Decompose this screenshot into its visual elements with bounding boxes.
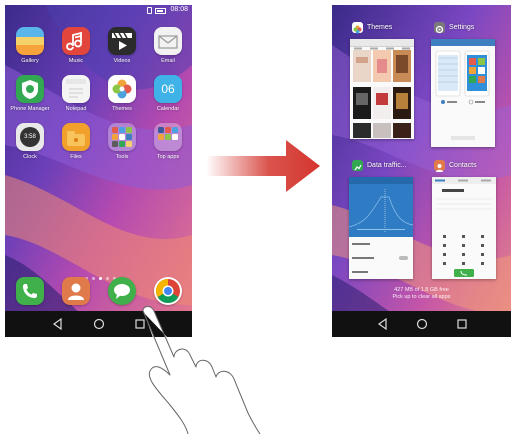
card-title-contacts: Contacts: [449, 162, 477, 169]
home-icon: [93, 318, 105, 330]
contacts-icon: [434, 160, 445, 172]
back-icon: [377, 317, 387, 331]
dock-chrome[interactable]: [145, 277, 191, 305]
recent-app-card-themes[interactable]: [350, 39, 414, 139]
email-icon: [154, 27, 182, 55]
settings-title-bar: [431, 39, 495, 46]
app-files[interactable]: Files: [53, 123, 99, 160]
card-title-themes: Themes: [367, 24, 393, 31]
app-notepad[interactable]: Notepad: [53, 75, 99, 112]
folder-tools[interactable]: Tools: [99, 123, 145, 160]
home-icon: [416, 318, 428, 330]
calendar-icon: 06: [154, 75, 182, 103]
gallery-icon: [16, 27, 44, 55]
themes-preview-grid: [353, 50, 411, 138]
app-calendar[interactable]: 06 Calendar: [145, 75, 191, 112]
status-time: 08:08: [170, 6, 188, 13]
themes-icon: [352, 22, 363, 34]
phone-home-screen: 08:08 Gallery Music Videos Email Phone M…: [5, 5, 192, 337]
dock-messages[interactable]: [99, 277, 145, 305]
data-traffic-preview: [349, 177, 413, 273]
phone-manager-icon: [16, 75, 44, 103]
clock-time: 3:58: [20, 127, 40, 147]
data-traffic-icon: [352, 160, 363, 171]
top-apps-folder-icon: [154, 123, 182, 151]
app-videos[interactable]: Videos: [99, 27, 145, 64]
back-button[interactable]: [43, 311, 73, 337]
hand-gesture-icon: [142, 306, 261, 434]
sim-icon: [147, 7, 152, 14]
tools-folder-icon: [108, 123, 136, 151]
recent-app-card-contacts[interactable]: [432, 177, 496, 279]
card-title-data-traffic: Data traffic...: [367, 162, 407, 169]
themes-icon: [108, 75, 136, 103]
app-gallery[interactable]: Gallery: [7, 27, 53, 64]
home-button[interactable]: [407, 311, 437, 337]
videos-icon: [108, 27, 136, 55]
home-button[interactable]: [84, 311, 114, 337]
dock-phone[interactable]: [7, 277, 53, 305]
recents-button[interactable]: [447, 311, 477, 337]
arrow-right-icon: [206, 140, 320, 192]
recent-app-card-settings[interactable]: [431, 39, 495, 147]
dock-contacts[interactable]: [53, 277, 99, 305]
battery-icon: [155, 8, 166, 14]
contacts-dialer-preview: [432, 177, 496, 277]
app-music[interactable]: Music: [53, 27, 99, 64]
recent-app-card-data-traffic[interactable]: [349, 177, 413, 279]
settings-preview: [435, 50, 490, 140]
status-bar: 08:08: [5, 5, 192, 17]
phone-recent-apps: Themes Settings Data traffic... Contacts…: [332, 5, 511, 337]
app-phone-manager[interactable]: Phone Manager: [7, 75, 53, 112]
chrome-icon: [154, 277, 182, 305]
clear-all-hint: Pick up to clear all apps: [392, 294, 451, 300]
clock-icon: 3:58: [16, 123, 44, 151]
app-email[interactable]: Email: [145, 27, 191, 64]
card-title-settings: Settings: [449, 24, 475, 31]
navigation-bar: [332, 311, 511, 337]
memory-free-text: 427 MB of 1.8 GB free: [394, 287, 449, 293]
back-icon: [52, 317, 62, 331]
themes-tab-bar: [350, 39, 414, 50]
music-icon: [62, 27, 90, 55]
app-themes[interactable]: Themes: [99, 75, 145, 112]
files-icon: [62, 123, 90, 151]
notepad-icon: [62, 75, 90, 103]
recents-icon: [457, 319, 467, 329]
phone-icon: [16, 277, 44, 305]
memory-status: 427 MB of 1.8 GB free Pick up to clear a…: [332, 287, 511, 301]
page-indicator: [83, 267, 123, 280]
contacts-icon: [62, 277, 90, 305]
messages-icon: [108, 277, 136, 305]
folder-top-apps[interactable]: Top apps: [145, 123, 191, 160]
back-button[interactable]: [368, 311, 398, 337]
settings-icon: [434, 22, 445, 34]
app-clock[interactable]: 3:58 Clock: [7, 123, 53, 160]
